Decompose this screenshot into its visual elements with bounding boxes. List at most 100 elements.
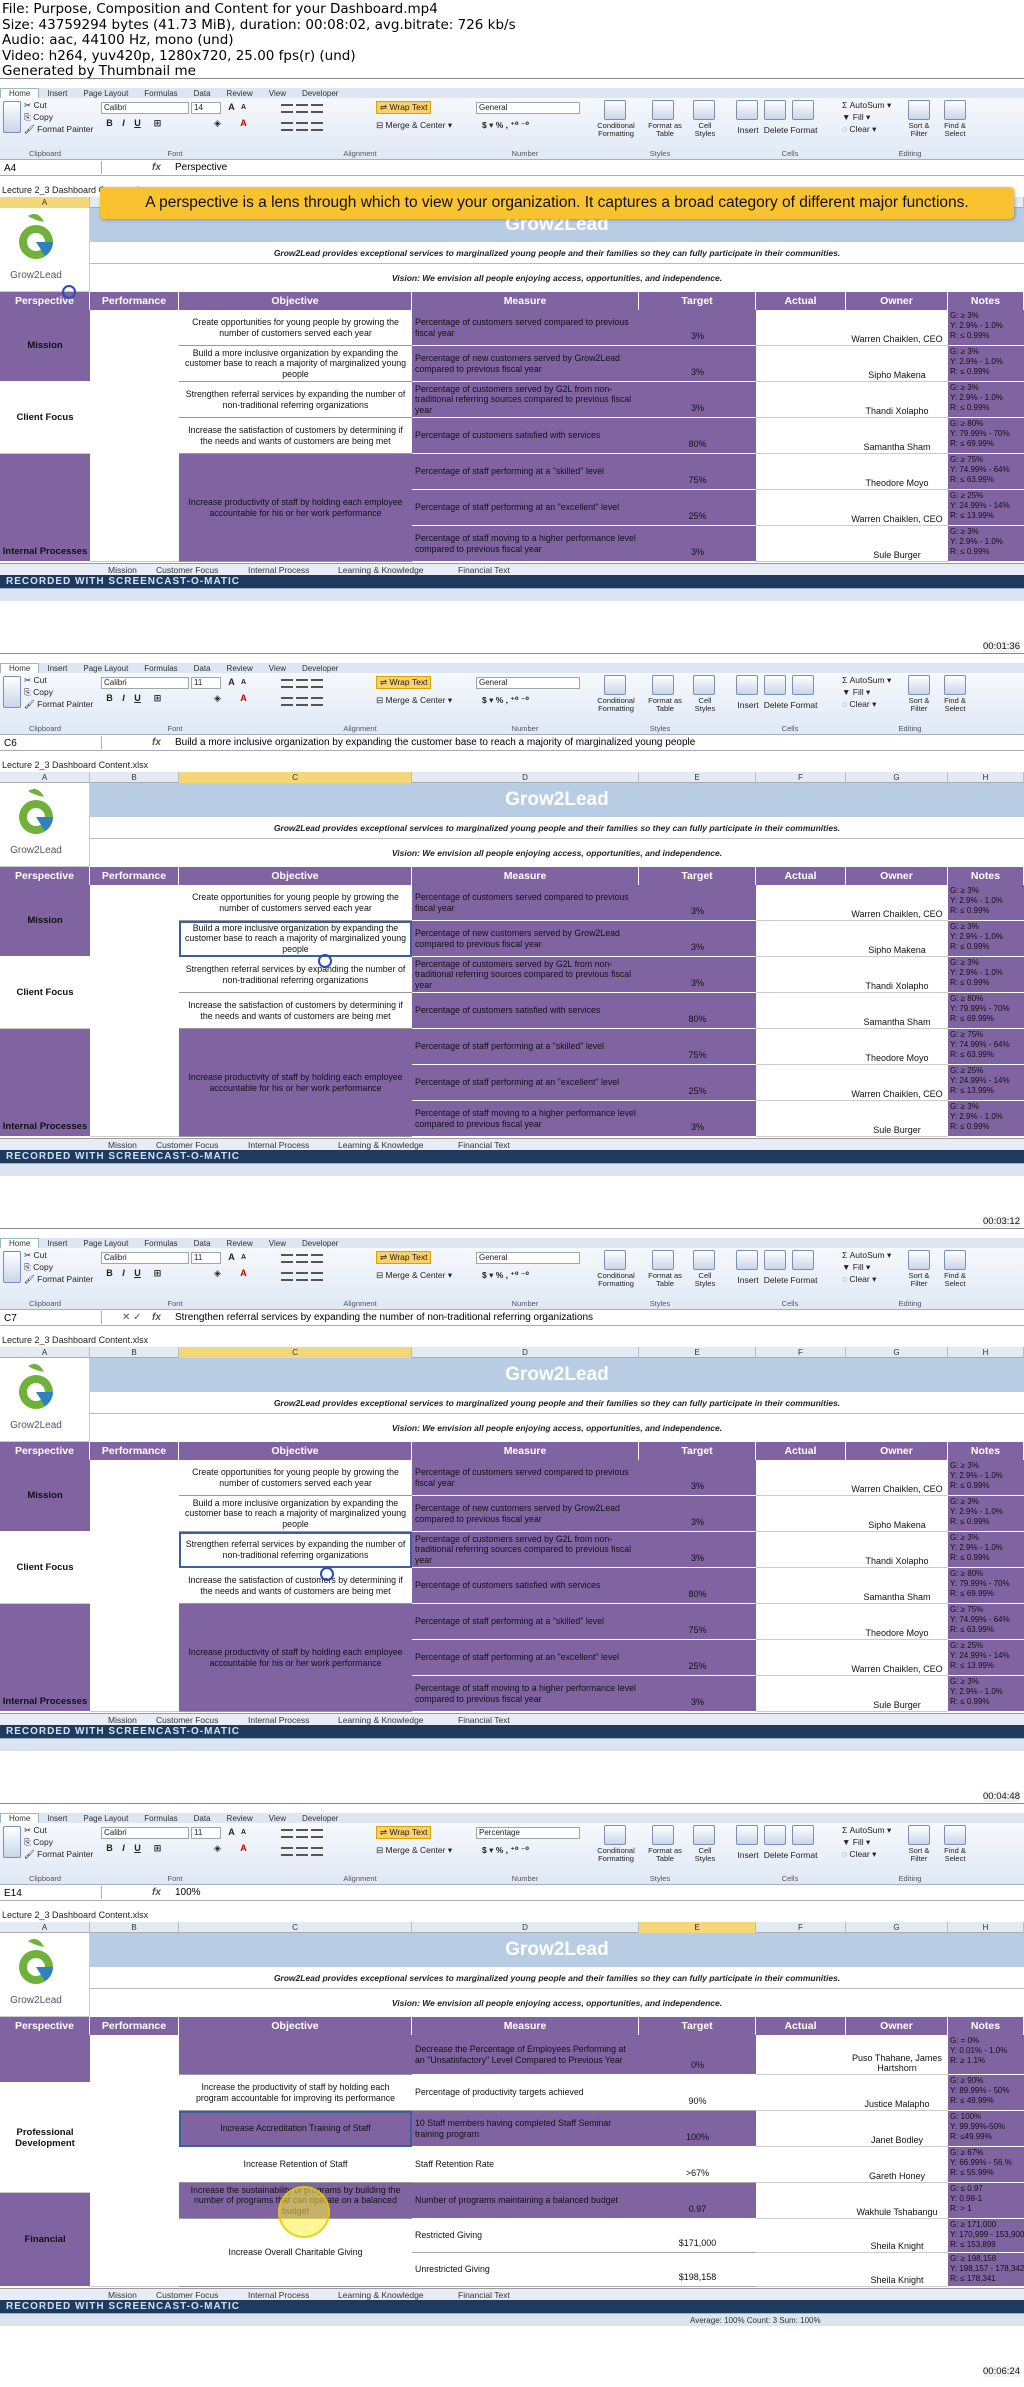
notes-cell[interactable]: G: ≥ 3% Y: 2.9% - 1.0% R: ≤ 0.99% — [948, 310, 1024, 346]
grow-font-icon[interactable]: A — [226, 677, 237, 688]
align-left-icon[interactable] — [281, 697, 293, 706]
notes-cell[interactable]: G: ≥ 3% Y: 2.9% - 1.0% R: ≤ 0.99% — [948, 885, 1024, 921]
fx-icon[interactable]: fx — [152, 1885, 161, 1900]
align-left-icon[interactable] — [281, 1847, 293, 1856]
find-select-label[interactable]: Find & Select — [937, 122, 973, 138]
fill-color-icon[interactable]: ◈ — [212, 693, 223, 704]
perspective-blank[interactable] — [0, 2035, 90, 2083]
owner-cell[interactable]: Thandi Xolapho — [846, 382, 948, 418]
header-actual[interactable]: Actual — [756, 867, 846, 885]
header-notes[interactable]: Notes — [948, 1442, 1024, 1460]
actual-cell[interactable] — [756, 1101, 846, 1137]
perspective-internal-processes[interactable]: Internal Processes — [0, 454, 90, 562]
borders-icon[interactable]: ⊞ — [152, 118, 163, 129]
header-target[interactable]: Target — [639, 292, 756, 310]
target-cell[interactable]: 0.97 — [639, 2183, 756, 2219]
perspective-financial[interactable]: Financial — [0, 2193, 90, 2287]
underline-button[interactable]: U — [132, 118, 143, 129]
target-cell[interactable]: $171,000 — [639, 2219, 756, 2253]
align-top-icon[interactable] — [281, 1254, 293, 1263]
measure-cell[interactable]: Percentage of productivity targets achie… — [412, 2075, 639, 2111]
number-format-box[interactable]: Percentage — [476, 1827, 580, 1839]
target-cell[interactable]: 3% — [639, 346, 756, 382]
objective-cell[interactable]: Increase productivity of staff by holdin… — [179, 1604, 412, 1712]
bold-button[interactable]: B — [104, 1843, 115, 1854]
owner-cell[interactable]: Janet Bodley — [846, 2111, 948, 2147]
notes-cell[interactable]: G: ≥ 25% Y: 24.99% - 14% R: ≤ 13.99% — [948, 1065, 1024, 1101]
target-cell[interactable]: 3% — [639, 526, 756, 562]
conditional-formatting-label[interactable]: Conditional Formatting — [592, 697, 640, 713]
font-size-box[interactable]: 11 — [191, 677, 221, 689]
cell-styles-icon[interactable] — [693, 675, 715, 695]
align-top-icon[interactable] — [311, 1829, 323, 1838]
column-header-g[interactable]: G — [846, 1347, 948, 1358]
paste-icon[interactable] — [3, 1826, 21, 1858]
bold-button[interactable]: B — [104, 693, 115, 704]
actual-cell[interactable] — [756, 2147, 846, 2183]
header-target[interactable]: Target — [639, 2017, 756, 2035]
objective-cell[interactable]: Strengthen referral services by expandin… — [179, 382, 412, 418]
header-owner[interactable]: Owner — [846, 1442, 948, 1460]
notes-cell[interactable]: G: ≥ 3% Y: 2.9% - 1.0% R: ≤ 0.99% — [948, 526, 1024, 562]
format-as-table-label[interactable]: Format as Table — [645, 1272, 685, 1288]
owner-cell[interactable]: Justice Malapho — [846, 2075, 948, 2111]
font-color-icon[interactable]: A — [238, 1268, 249, 1279]
column-header-b[interactable]: B — [90, 1347, 179, 1358]
sort-filter-label[interactable]: Sort & Filter — [902, 1272, 936, 1288]
objective-cell[interactable]: Strengthen referral services by expandin… — [179, 1532, 412, 1568]
cell-styles-label[interactable]: Cell Styles — [688, 1847, 722, 1863]
fill-button[interactable]: ▼ Fill ▾ — [842, 1262, 870, 1273]
measure-cell[interactable]: Percentage of staff performing at an "ex… — [412, 1065, 639, 1101]
column-header-d[interactable]: D — [412, 1922, 639, 1933]
name-box[interactable]: C6 — [0, 736, 102, 749]
wrap-text-button[interactable]: ⇌ Wrap Text — [376, 1826, 432, 1839]
header-measure[interactable]: Measure — [412, 2017, 639, 2035]
actual-cell[interactable] — [756, 1532, 846, 1568]
underline-button[interactable]: U — [132, 1268, 143, 1279]
notes-cell[interactable]: G: ≥ 25% Y: 24.99% - 14% R: ≤ 13.99% — [948, 490, 1024, 526]
currency-icon[interactable]: $ ▾ % , ⁺⁰ ⁻⁰ — [482, 1845, 529, 1856]
column-header-c[interactable]: C — [179, 1922, 412, 1933]
format-cells-label[interactable]: Format — [788, 1275, 820, 1285]
delete-cells-icon[interactable] — [764, 100, 786, 120]
font-name-box[interactable]: Calibri — [101, 1252, 189, 1264]
align-left-icon[interactable] — [311, 1272, 323, 1281]
column-header-c[interactable]: C — [179, 772, 412, 783]
measure-cell[interactable]: Percentage of staff moving to a higher p… — [412, 1101, 639, 1137]
column-header-d[interactable]: D — [412, 1347, 639, 1358]
delete-cells-icon[interactable] — [764, 1250, 786, 1270]
conditional-formatting-label[interactable]: Conditional Formatting — [592, 1272, 640, 1288]
target-cell[interactable]: 90% — [639, 2075, 756, 2111]
wrap-text-button[interactable]: ⇌ Wrap Text — [376, 1251, 432, 1264]
perspective-client-focus[interactable]: Client Focus — [0, 957, 90, 1029]
shrink-font-icon[interactable]: A — [238, 1827, 249, 1838]
notes-cell[interactable]: G: ≥ 80% Y: 79.99% - 70% R: ≤ 69.99% — [948, 993, 1024, 1029]
align-top-icon[interactable] — [281, 679, 293, 688]
cell-styles-icon[interactable] — [693, 1825, 715, 1845]
format-as-table-icon[interactable] — [652, 1825, 674, 1845]
notes-cell[interactable]: G: ≥ 75% Y: 74.99% - 64% R: ≤ 63.99% — [948, 1604, 1024, 1640]
target-cell[interactable]: 25% — [639, 490, 756, 526]
format-as-table-label[interactable]: Format as Table — [645, 697, 685, 713]
sort-filter-label[interactable]: Sort & Filter — [902, 122, 936, 138]
measure-cell[interactable]: Number of programs maintaining a balance… — [412, 2183, 639, 2219]
copy-button[interactable]: ⎘ Copy — [24, 1262, 53, 1273]
header-perspective[interactable]: Perspective — [0, 1442, 90, 1460]
font-size-box[interactable]: 11 — [191, 1252, 221, 1264]
fill-color-icon[interactable]: ◈ — [212, 1843, 223, 1854]
actual-cell[interactable] — [756, 526, 846, 562]
notes-cell[interactable]: G: ≤ 0.97 Y: 0.98-1 R: > 1 — [948, 2183, 1024, 2219]
measure-cell[interactable]: Percentage of staff moving to a higher p… — [412, 1676, 639, 1712]
align-left-icon[interactable] — [281, 1272, 293, 1281]
actual-cell[interactable] — [756, 993, 846, 1029]
align-left-icon[interactable] — [281, 122, 293, 131]
notes-cell[interactable]: G: 100% Y: 99.99%-50% R: ≤49.99% — [948, 2111, 1024, 2147]
objective-cell[interactable]: Create opportunities for young people by… — [179, 310, 412, 346]
measure-cell[interactable]: Percentage of customers served by G2L fr… — [412, 382, 639, 418]
paste-icon[interactable] — [3, 101, 21, 133]
actual-cell[interactable] — [756, 1460, 846, 1496]
find-select-icon[interactable] — [944, 1250, 966, 1270]
target-cell[interactable]: 25% — [639, 1640, 756, 1676]
target-cell[interactable]: 3% — [639, 1460, 756, 1496]
header-perspective[interactable]: Perspective — [0, 867, 90, 885]
